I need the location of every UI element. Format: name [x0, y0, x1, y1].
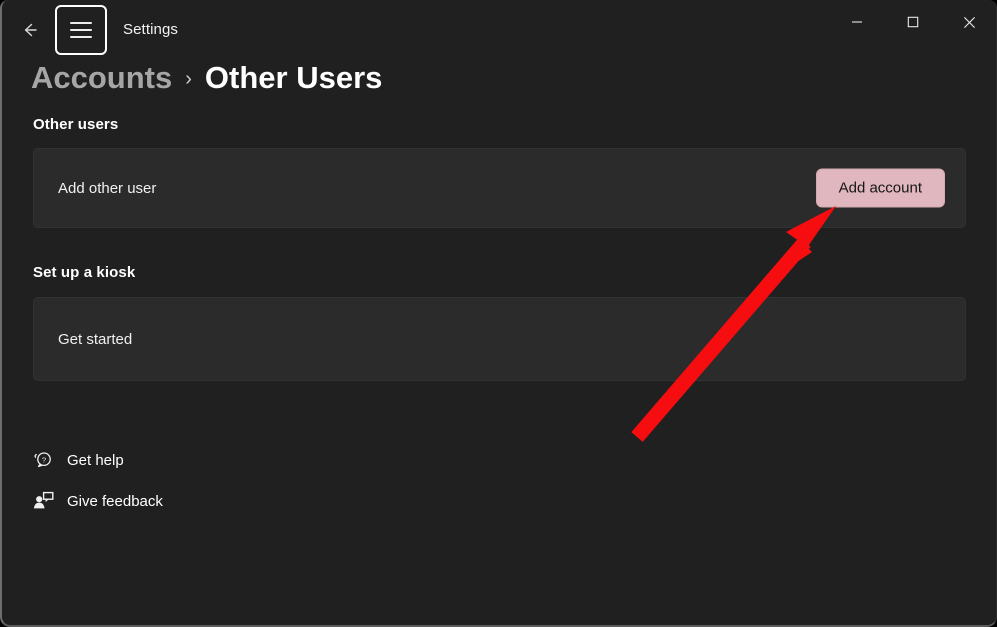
settings-content: Other users Add other user Add account S… [0, 116, 997, 381]
get-help-label: Get help [67, 451, 124, 469]
help-question-bubble-icon: ? [31, 448, 55, 472]
chevron-right-icon: › [185, 67, 192, 90]
close-icon [963, 16, 976, 29]
card-label-add-other-user: Add other user [58, 179, 157, 197]
maximize-button[interactable] [885, 0, 941, 44]
back-arrow-icon [20, 20, 40, 40]
give-feedback-link[interactable]: Give feedback [31, 483, 163, 519]
feedback-person-bubble-icon [31, 489, 55, 513]
window-controls [829, 0, 997, 44]
title-bar: Settings [0, 0, 997, 60]
card-kiosk-get-started[interactable]: Get started [33, 297, 966, 381]
settings-window: Settings Accounts › Other Users Other us… [0, 0, 997, 627]
card-add-other-user[interactable]: Add other user Add account [33, 148, 966, 228]
svg-text:?: ? [42, 455, 46, 464]
add-account-button-label: Add account [838, 179, 922, 197]
add-account-button[interactable]: Add account [815, 168, 945, 208]
page-title: Other Users [204, 60, 383, 95]
navigation-menu-button[interactable] [55, 5, 107, 55]
close-button[interactable] [941, 0, 997, 44]
minimize-button[interactable] [829, 0, 885, 44]
get-help-link[interactable]: ? Get help [31, 442, 163, 478]
minimize-icon [851, 16, 863, 28]
footer-links: ? Get help Give feedback [31, 442, 163, 519]
hamburger-menu-icon [70, 22, 92, 38]
back-button[interactable] [14, 14, 46, 46]
section-heading-other-users: Other users [33, 116, 119, 133]
section-heading-set-up-a-kiosk: Set up a kiosk [33, 264, 136, 281]
app-title: Settings [123, 21, 178, 38]
breadcrumb-parent-accounts[interactable]: Accounts [31, 60, 172, 96]
breadcrumb: Accounts › Other Users [31, 60, 382, 96]
give-feedback-label: Give feedback [67, 492, 163, 510]
card-label-get-started: Get started [58, 330, 133, 348]
maximize-icon [907, 16, 919, 28]
